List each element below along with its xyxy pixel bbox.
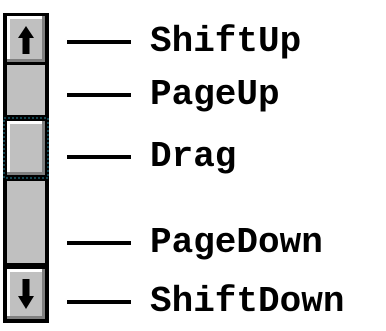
drag-label: Drag [150,136,237,177]
vertical-scrollbar[interactable] [0,0,56,331]
page-down-callout-line [67,241,131,245]
shift-up-button[interactable] [3,13,49,65]
shift-up-callout-line [67,40,131,44]
shift-up-label: ShiftUp [150,21,302,62]
shift-down-button[interactable] [3,265,49,323]
page-up-track[interactable] [3,65,49,117]
page-down-track[interactable] [3,179,49,265]
scroll-thumb[interactable] [3,117,49,179]
page-up-label: PageUp [150,74,280,115]
drag-callout-line [67,155,131,159]
page-up-callout-line [67,93,131,97]
page-down-label: PageDown [150,222,323,263]
shift-down-callout-line [67,300,131,304]
shift-down-label: ShiftDown [150,281,345,322]
